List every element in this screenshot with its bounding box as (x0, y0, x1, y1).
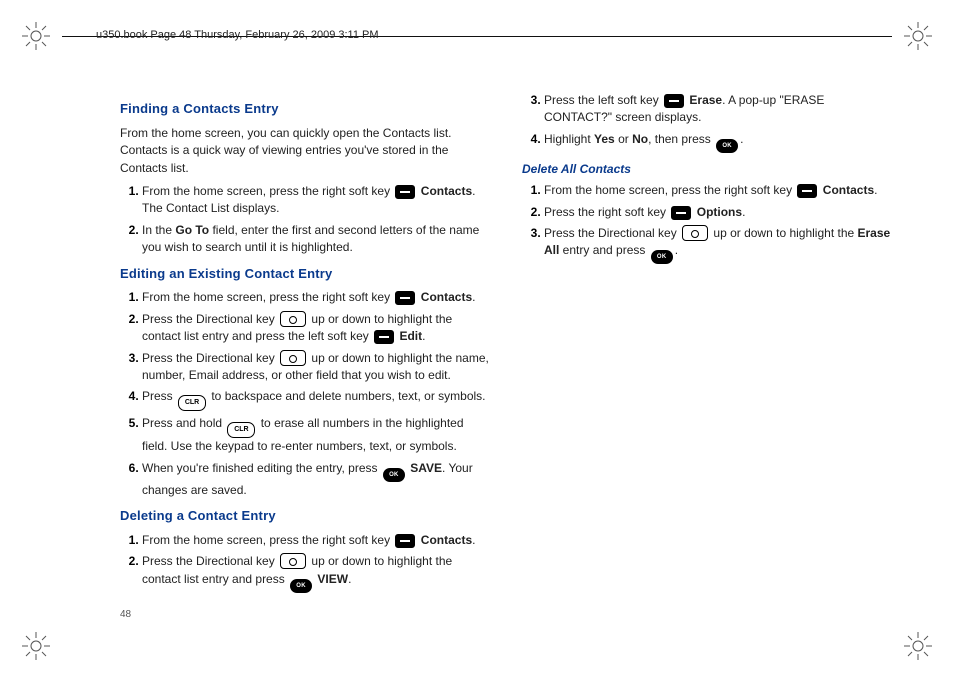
corner-ornament-icon (904, 632, 932, 660)
soft-key-icon (664, 94, 684, 108)
corner-ornament-icon (22, 22, 50, 50)
list-item: Press and hold CLR to erase all numbers … (142, 415, 490, 455)
soft-key-icon (797, 184, 817, 198)
heading-deleteall: Delete All Contacts (522, 161, 892, 178)
list-item: From the home screen, press the right so… (142, 183, 490, 218)
page-number: 48 (120, 608, 131, 623)
directional-key-icon (280, 311, 306, 327)
ok-key-icon: OK (651, 250, 673, 264)
clr-key-icon: CLR (178, 395, 206, 411)
list-finding: From the home screen, press the right so… (120, 183, 490, 257)
corner-ornament-icon (22, 632, 50, 660)
directional-key-icon (280, 553, 306, 569)
doc-meta-line: u350.book Page 48 Thursday, February 26,… (96, 28, 379, 44)
list-item: Press the left soft key Erase. A pop-up … (544, 92, 892, 127)
directional-key-icon (280, 350, 306, 366)
directional-key-icon (682, 225, 708, 241)
intro-finding: From the home screen, you can quickly op… (120, 125, 490, 177)
clr-key-icon: CLR (227, 422, 255, 438)
heading-deleting: Deleting a Contact Entry (120, 507, 490, 526)
list-item: Highlight Yes or No, then press OK. (544, 131, 892, 153)
list-item: Press the Directional key up or down to … (142, 311, 490, 346)
list-item: Press the Directional key up or down to … (544, 225, 892, 264)
heading-finding: Finding a Contacts Entry (120, 100, 490, 119)
ok-key-icon: OK (716, 139, 738, 153)
soft-key-icon (671, 206, 691, 220)
list-editing: From the home screen, press the right so… (120, 289, 490, 499)
ok-key-icon: OK (383, 468, 405, 482)
list-item: Press the Directional key up or down to … (142, 350, 490, 385)
list-deleteall: From the home screen, press the right so… (522, 182, 892, 264)
soft-key-icon (395, 291, 415, 305)
list-item: In the Go To field, enter the first and … (142, 222, 490, 257)
page-body: Finding a Contacts Entry From the home s… (120, 92, 892, 596)
heading-editing: Editing an Existing Contact Entry (120, 265, 490, 284)
soft-key-icon (374, 330, 394, 344)
list-item: Press CLR to backspace and delete number… (142, 388, 490, 411)
list-item: From the home screen, press the right so… (142, 532, 490, 549)
corner-ornament-icon (904, 22, 932, 50)
list-item: When you're finished editing the entry, … (142, 460, 490, 499)
soft-key-icon (395, 534, 415, 548)
list-item: Press the Directional key up or down to … (142, 553, 490, 592)
list-item: Press the right soft key Options. (544, 204, 892, 221)
soft-key-icon (395, 185, 415, 199)
list-item: From the home screen, press the right so… (544, 182, 892, 199)
list-item: From the home screen, press the right so… (142, 289, 490, 306)
ok-key-icon: OK (290, 579, 312, 593)
